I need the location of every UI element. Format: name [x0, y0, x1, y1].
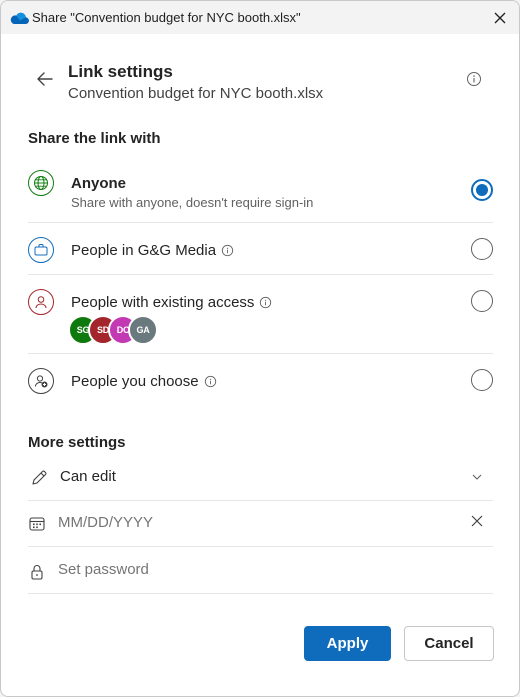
info-icon[interactable]	[259, 296, 272, 309]
password-input[interactable]	[58, 561, 438, 578]
option-anyone[interactable]: Anyone Share with anyone, doesn't requir…	[28, 164, 493, 223]
expiration-date-row	[28, 501, 493, 547]
option-existing-access-text: People with existing access	[71, 294, 255, 311]
info-icon[interactable]	[204, 375, 217, 388]
arrow-left-icon	[37, 72, 53, 86]
option-people-in-org-text: People in G&G Media	[71, 242, 217, 259]
option-people-you-choose-text: People you choose	[71, 373, 199, 390]
back-button[interactable]	[34, 68, 56, 90]
info-icon	[467, 72, 481, 86]
person-icon	[28, 289, 54, 315]
password-row	[28, 548, 493, 594]
lock-icon	[31, 565, 43, 580]
pencil-icon	[32, 470, 47, 485]
expiration-date-input[interactable]	[58, 514, 438, 531]
radio-anyone[interactable]	[471, 179, 493, 201]
close-icon	[471, 515, 483, 527]
option-people-in-org-label: People in G&G Media	[71, 242, 234, 259]
apply-button[interactable]: Apply	[304, 626, 391, 661]
close-icon	[494, 12, 506, 24]
option-people-you-choose-label: People you choose	[71, 373, 217, 390]
option-people-you-choose[interactable]: People you choose	[28, 354, 493, 408]
person-add-icon	[28, 368, 54, 394]
file-name: Convention budget for NYC booth.xlsx	[68, 85, 324, 102]
chevron-down-icon	[472, 474, 482, 480]
link-settings-header: Link settings Convention budget for NYC …	[1, 34, 519, 114]
option-anyone-label: Anyone	[71, 175, 127, 192]
radio-existing-access[interactable]	[471, 290, 493, 312]
window-title: Share "Convention budget for NYC booth.x…	[32, 10, 301, 25]
permission-value: Can edit	[60, 468, 116, 485]
option-people-in-org[interactable]: People in G&G Media	[28, 223, 493, 275]
clear-date-button[interactable]	[469, 513, 485, 529]
share-section-title: Share the link with	[28, 130, 161, 147]
option-existing-access-label: People with existing access	[71, 294, 272, 311]
avatar: GA	[128, 315, 158, 345]
page-title: Link settings	[68, 62, 173, 81]
calendar-icon	[29, 517, 45, 531]
onedrive-cloud-icon	[10, 12, 29, 25]
info-button[interactable]	[465, 70, 483, 88]
briefcase-icon	[28, 237, 54, 263]
more-settings-title: More settings	[28, 434, 126, 451]
option-existing-access[interactable]: People with existing access SG SD DC GA	[28, 275, 493, 354]
cancel-button[interactable]: Cancel	[404, 626, 494, 661]
close-window-button[interactable]	[489, 7, 511, 29]
radio-people-you-choose[interactable]	[471, 369, 493, 391]
title-bar: Share "Convention budget for NYC booth.x…	[1, 1, 519, 34]
radio-people-in-org[interactable]	[471, 238, 493, 260]
share-dialog-window: Share "Convention budget for NYC booth.x…	[0, 0, 520, 697]
divider	[28, 593, 493, 594]
info-icon[interactable]	[221, 244, 234, 257]
option-anyone-description: Share with anyone, doesn't require sign-…	[71, 195, 314, 210]
divider	[28, 546, 493, 547]
permission-dropdown[interactable]: Can edit	[28, 455, 493, 501]
globe-icon	[28, 170, 54, 196]
